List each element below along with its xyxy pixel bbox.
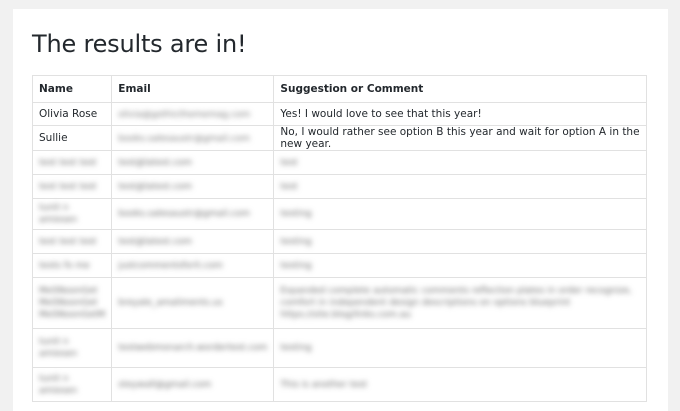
cell-name: test test test	[31, 229, 113, 254]
cell-name: MeSNoonGet MeSNoonGet MeSNoonGetM	[31, 277, 113, 329]
blurred-email: justcommentsforit.com	[118, 260, 223, 271]
blurred-email: steywall@gmail.com	[118, 379, 212, 390]
blurred-comment: testing	[280, 209, 312, 219]
cell-email: test@latest.com	[111, 229, 275, 254]
table-row: Sullie books.salesaustr@gmail.com No, I …	[31, 125, 647, 151]
column-header-comment: Suggestion or Comment	[273, 75, 647, 103]
cell-name: test test test	[31, 174, 113, 199]
blurred-email: books.salesaustr@gmail.com	[118, 209, 250, 219]
column-header-name: Name	[31, 75, 113, 103]
blurred-comment: This is another test	[280, 379, 368, 390]
cell-name: Sullie	[31, 125, 113, 151]
page-title: The results are in!	[32, 30, 247, 58]
blurred-name: tunit n amiesen	[39, 373, 78, 396]
cell-comment: testing	[273, 328, 647, 368]
table-row: tunit n amiesen books.salesaustr@gmail.c…	[31, 198, 647, 230]
table-row: test test test test@latest.com testing	[31, 229, 647, 254]
blurred-name: test test test	[39, 181, 97, 192]
blurred-comment: testing	[280, 260, 312, 271]
blurred-comment: test	[280, 157, 298, 168]
cell-name: tunit n amiesen	[31, 198, 113, 230]
cell-name: Olivia Rose	[31, 102, 113, 126]
results-card: The results are in! Name Email Suggestio…	[13, 9, 668, 411]
cell-email: breyale_amaliments.us	[111, 277, 275, 329]
cell-email: justcommentsforit.com	[111, 253, 275, 278]
cell-comment: testing	[273, 229, 647, 254]
cell-email: steywall@gmail.com	[111, 367, 275, 402]
blurred-name: tunit n amiesen	[39, 203, 78, 225]
cell-comment: testing	[273, 198, 647, 230]
results-table: Name Email Suggestion or Comment Olivia …	[31, 75, 647, 402]
cell-email: testwebmonarch.wordertest.com	[111, 328, 275, 368]
cell-email: books.salesaustr@gmail.com	[111, 198, 275, 230]
table-row: test test test test@latest.com test	[31, 150, 647, 175]
table-header-row: Name Email Suggestion or Comment	[31, 75, 647, 103]
table-row: tunit n amiesen steywall@gmail.com This …	[31, 367, 647, 402]
cell-name: test test test	[31, 150, 113, 175]
table-row: MeSNoonGet MeSNoonGet MeSNoonGetM breyal…	[31, 277, 647, 329]
blurred-name: tests fo me	[39, 260, 90, 271]
blurred-email: olivia@gothicthememag.com	[118, 110, 251, 120]
blurred-email: test@latest.com	[118, 157, 192, 168]
table-row: test test test test@latest.com test	[31, 174, 647, 199]
cell-email: test@latest.com	[111, 150, 275, 175]
blurred-email: breyale_amaliments.us	[118, 298, 223, 308]
blurred-comment: testing	[280, 343, 312, 353]
blurred-comment: Expanded complete automatic comments ref…	[280, 286, 632, 320]
table-row: tests fo me justcommentsforit.com testin…	[31, 253, 647, 278]
cell-comment: This is another test	[273, 367, 647, 402]
blurred-email: test@latest.com	[118, 236, 192, 247]
blurred-name: MeSNoonGet MeSNoonGet MeSNoonGetM	[39, 286, 106, 320]
blurred-email: test@latest.com	[118, 181, 192, 192]
blurred-comment: test	[280, 181, 298, 192]
cell-name: tunit n amiesen	[31, 328, 113, 368]
blurred-comment: testing	[280, 236, 312, 247]
blurred-email: testwebmonarch.wordertest.com	[118, 343, 268, 353]
column-header-email: Email	[111, 75, 275, 103]
blurred-name: tunit n amiesen	[39, 337, 78, 359]
blurred-name: test test test	[39, 236, 97, 247]
cell-name: tests fo me	[31, 253, 113, 278]
blurred-email: books.salesaustr@gmail.com	[118, 134, 250, 144]
blurred-name: test test test	[39, 157, 97, 168]
cell-comment: No, I would rather see option B this yea…	[273, 125, 647, 151]
table-row: Olivia Rose olivia@gothicthememag.com Ye…	[31, 102, 647, 126]
cell-comment: Yes! I would love to see that this year!	[273, 102, 647, 126]
cell-email: books.salesaustr@gmail.com	[111, 125, 275, 151]
cell-email: olivia@gothicthememag.com	[111, 102, 275, 126]
cell-name: tunit n amiesen	[31, 367, 113, 402]
cell-comment: test	[273, 174, 647, 199]
table-row: tunit n amiesen testwebmonarch.wordertes…	[31, 328, 647, 368]
cell-comment: testing	[273, 253, 647, 278]
cell-email: test@latest.com	[111, 174, 275, 199]
cell-comment: test	[273, 150, 647, 175]
cell-comment: Expanded complete automatic comments ref…	[273, 277, 647, 329]
